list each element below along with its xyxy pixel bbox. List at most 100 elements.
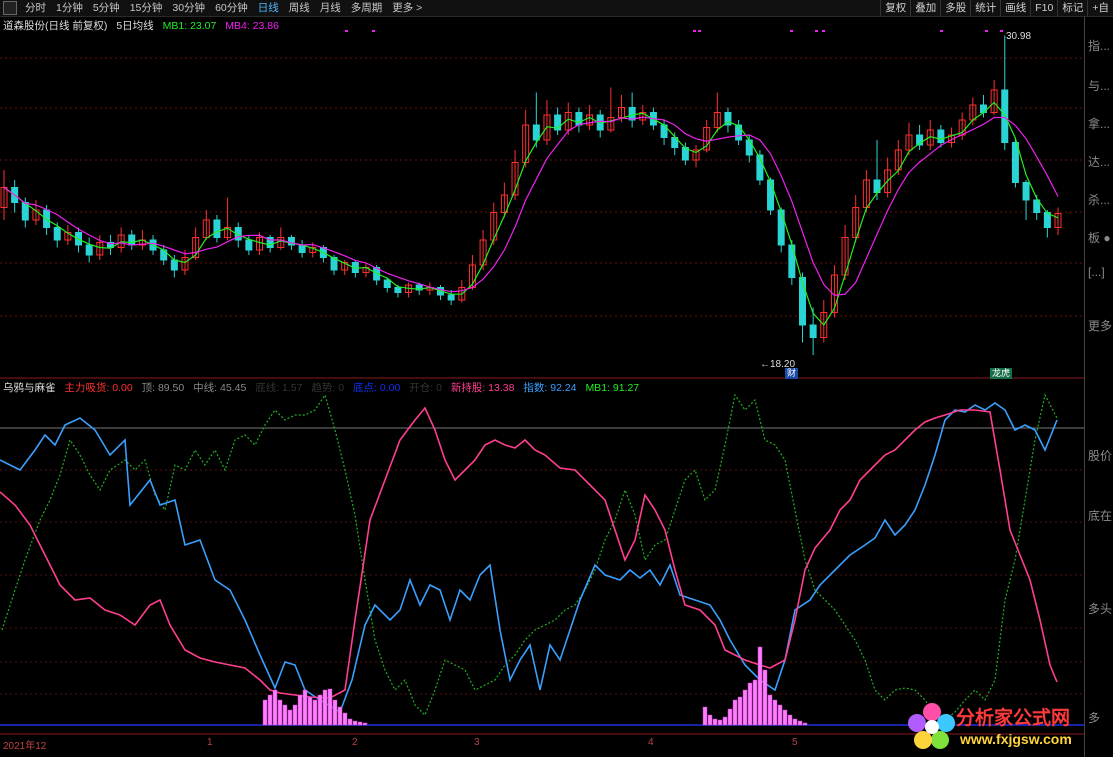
- candle-body: [777, 209, 785, 246]
- accumulation-bar: [362, 722, 368, 726]
- dim-value: 开仓: 0: [409, 382, 442, 394]
- accumulation-bar: [707, 714, 713, 726]
- accumulation-bar: [272, 689, 278, 726]
- rp-item: 多: [1088, 711, 1101, 725]
- candle-body: [735, 124, 743, 141]
- accumulation-bar: [752, 679, 758, 726]
- accumulation-bar: [777, 704, 783, 726]
- accumulation-bar: [337, 706, 343, 726]
- accumulation-bar: [717, 719, 723, 726]
- blue-index-line: [0, 402, 1058, 714]
- rp-item[interactable]: 指...: [1088, 37, 1110, 54]
- candle-body: [383, 279, 391, 288]
- kline-chart[interactable]: [0, 0, 1084, 740]
- candle-body: [979, 104, 987, 113]
- date-label: 2021年12: [3, 741, 47, 752]
- accumulation-bar: [357, 721, 363, 726]
- date-label: 3: [474, 737, 480, 748]
- accumulation-bar: [307, 696, 313, 726]
- accumulation-bar: [792, 718, 798, 726]
- accumulation-bar: [747, 682, 753, 726]
- accumulation-bar: [297, 694, 303, 726]
- candle-body: [245, 239, 253, 251]
- bottom-value: 底点: 0.00: [353, 382, 401, 394]
- accumulation-bar: [312, 699, 318, 726]
- dim-value: 趋势: 0: [311, 382, 345, 394]
- ma-setting-label[interactable]: 5日均线: [116, 20, 153, 32]
- mb1-value: MB1: 23.07: [162, 20, 217, 32]
- main-legend: 道森股份(日线 前复权) 5日均线 MB1: 23.07 MB4: 23.86: [3, 18, 285, 33]
- accumulation-bar: [797, 720, 803, 726]
- accumulation-bar: [722, 716, 728, 726]
- indicator-name[interactable]: 乌鸦与麻雀: [3, 382, 56, 394]
- candle-body: [798, 277, 806, 326]
- accumulation-bar: [742, 689, 748, 726]
- accumulation-bar: [712, 718, 718, 726]
- candle-body: [1011, 142, 1019, 183]
- accumulation-bar: [292, 704, 298, 726]
- stock-title: 道森股份(日线 前复权): [3, 20, 108, 32]
- index-value: 指数: 92.24: [523, 382, 577, 394]
- accumulation-bar: [327, 688, 333, 726]
- accumulation-bar: [732, 699, 738, 726]
- accumulation-bar: [287, 709, 293, 726]
- accumulation-bar: [757, 646, 763, 726]
- candle-body: [53, 227, 61, 241]
- zhongxian-value: 中线: 45.45: [193, 382, 247, 394]
- candle-body: [767, 179, 775, 211]
- rp-item[interactable]: 杀...: [1088, 191, 1110, 208]
- ma-line-green: [3, 101, 1059, 326]
- watermark-logo: 分析家公式网 www.fxjgsw.com: [906, 698, 1081, 754]
- signal-marker: [790, 30, 793, 32]
- signal-marker: [1000, 30, 1003, 32]
- accumulation-bar: [322, 689, 328, 726]
- rp-item[interactable]: 达...: [1088, 153, 1110, 170]
- date-label: 1: [207, 737, 213, 748]
- indicator-legend: 乌鸦与麻雀 主力吸货: 0.00 顶: 89.50 中线: 45.45 底线: …: [3, 380, 645, 395]
- accumulation-bar: [262, 699, 268, 726]
- signal-marker: [985, 30, 988, 32]
- date-label: 2: [352, 737, 358, 748]
- candle-body: [745, 139, 753, 156]
- accumulation-bar: [332, 699, 338, 726]
- holder-value: 新持股: 13.38: [450, 382, 515, 394]
- accumulation-bar: [702, 706, 708, 726]
- accumulation-bar: [267, 694, 273, 726]
- right-side-panel: 指... 与... 拿... 达... 杀... 板 ● [...] 更多 股价…: [1084, 17, 1113, 757]
- accumulation-bar: [282, 704, 288, 726]
- signal-marker: [698, 30, 701, 32]
- candle-body: [128, 234, 136, 246]
- add-self-button[interactable]: +自: [1087, 0, 1113, 16]
- candle-body: [1022, 182, 1030, 201]
- rp-item[interactable]: 拿...: [1088, 115, 1110, 132]
- signal-marker: [693, 30, 696, 32]
- zhuli-value: 主力吸货: 0.00: [64, 382, 133, 394]
- candle-body: [394, 287, 402, 293]
- candle-body: [85, 244, 93, 256]
- accumulation-bar: [352, 720, 358, 726]
- finance-badge[interactable]: 财: [785, 368, 799, 379]
- date-label: 5: [792, 737, 798, 748]
- candle-body: [447, 294, 455, 301]
- ind-mb1-value: MB1: 91.27: [585, 382, 640, 394]
- accumulation-bar: [277, 699, 283, 726]
- more-button[interactable]: 更多: [1088, 317, 1112, 334]
- accumulation-bar: [317, 694, 323, 726]
- candle-body: [937, 129, 945, 143]
- high-price-label: 30.98: [1006, 31, 1032, 42]
- rp-item[interactable]: [...]: [1088, 265, 1105, 279]
- rp-item[interactable]: 与...: [1088, 77, 1110, 94]
- date-label: 4: [648, 737, 654, 748]
- accumulation-bar: [782, 709, 788, 726]
- candle-body: [809, 324, 817, 338]
- signal-marker: [372, 30, 375, 32]
- rp-item[interactable]: 板 ●: [1088, 229, 1111, 246]
- candle-body: [213, 219, 221, 238]
- longhu-badge[interactable]: 龙虎: [990, 368, 1013, 379]
- dim-value: 底线: 1.57: [255, 382, 303, 394]
- accumulation-bar: [762, 669, 768, 726]
- ding-value: 顶: 89.50: [141, 382, 185, 394]
- accumulation-bar: [767, 694, 773, 726]
- watermark-title: 分析家公式网: [956, 707, 1071, 729]
- mb4-value: MB4: 23.86: [225, 20, 279, 32]
